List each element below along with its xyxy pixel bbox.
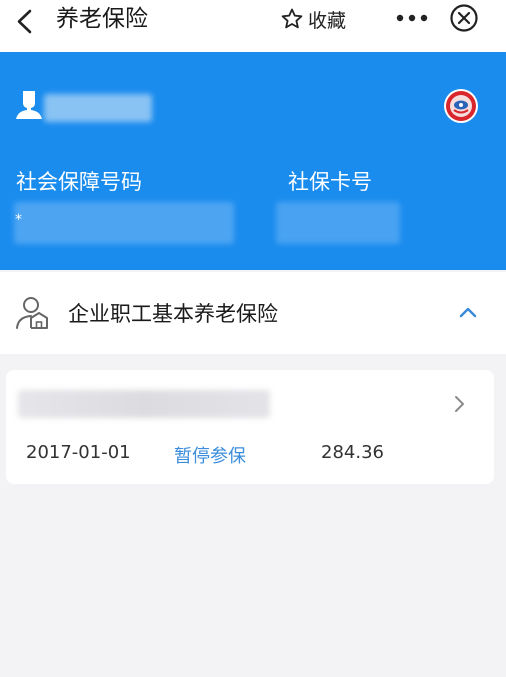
record-start-date: 2017-01-01	[26, 442, 131, 463]
user-info-card: 社会保障号码 社保卡号 *	[0, 52, 506, 270]
chevron-left-icon[interactable]	[8, 4, 44, 40]
favorite-label: 收藏	[308, 9, 347, 32]
close-circle-icon[interactable]	[448, 2, 480, 34]
chevron-up-icon[interactable]	[456, 300, 480, 324]
user-name-redacted	[44, 94, 152, 122]
person-house-icon	[16, 297, 48, 329]
star-outline-icon	[281, 8, 303, 29]
record-status-badge: 暂停参保	[174, 446, 246, 467]
record-amount: 284.36	[321, 442, 384, 463]
section-title: 企业职工基本养老保险	[68, 302, 278, 326]
ellipsis-icon[interactable]	[392, 4, 432, 32]
ssn-value-redacted	[14, 202, 234, 244]
insurance-seal-icon	[444, 89, 478, 123]
chevron-right-icon[interactable]	[450, 392, 470, 416]
pension-record-item[interactable]: 2017-01-01 暂停参保 284.36	[6, 370, 494, 484]
page-title: 养老保险	[56, 6, 148, 32]
pension-section-header[interactable]: 企业职工基本养老保险	[0, 272, 506, 354]
person-silhouette-icon	[16, 91, 42, 119]
favorite-button[interactable]: 收藏	[280, 3, 346, 35]
app-root: 养老保险 收藏 社会保障号码 社保卡号 * 企业职工基本养老保险 2017-01…	[0, 0, 506, 677]
ssn-label: 社会保障号码	[16, 170, 142, 194]
nav-bar: 养老保险 收藏	[0, 0, 506, 52]
card-number-value-redacted	[276, 202, 400, 244]
card-number-label: 社保卡号	[288, 170, 372, 194]
record-name-redacted	[18, 390, 270, 418]
ssn-prefix: *	[15, 212, 22, 228]
